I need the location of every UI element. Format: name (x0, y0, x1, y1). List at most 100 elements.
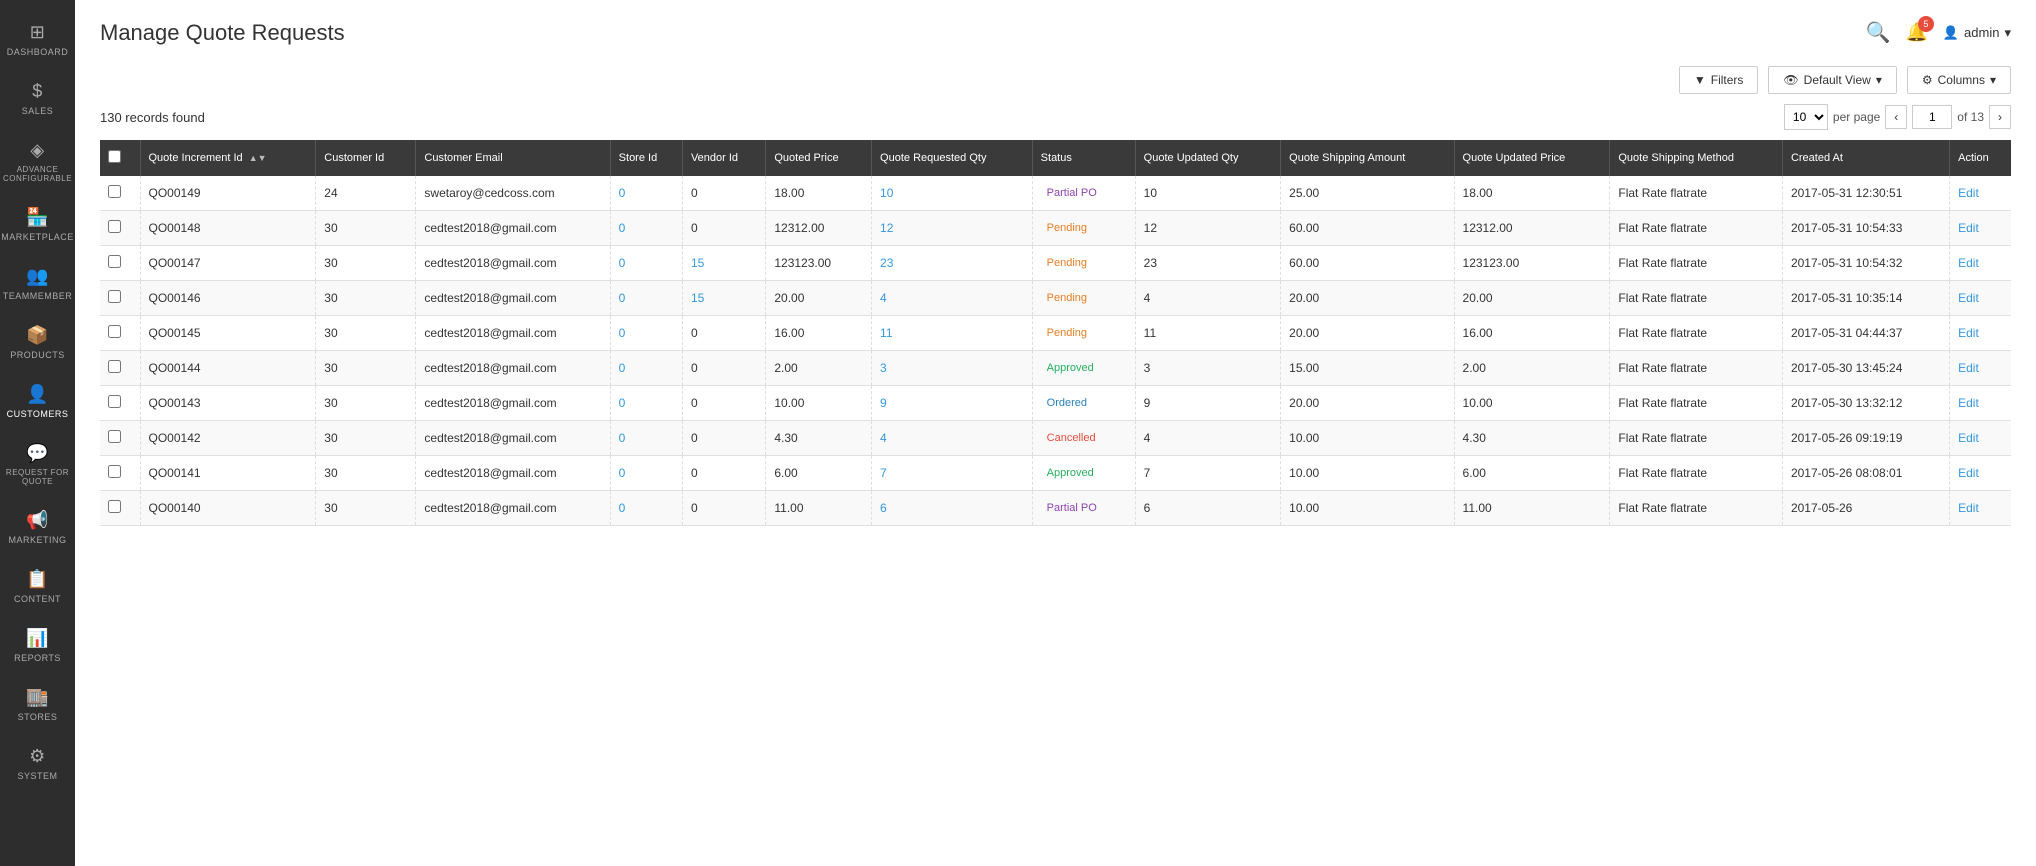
cell-customer-email: swetaroy@cedcoss.com (416, 176, 610, 211)
store-id-link[interactable]: 0 (619, 256, 626, 270)
cell-status: Partial PO (1032, 491, 1135, 526)
col-customer-email: Customer Email (416, 140, 610, 176)
cell-quote-shipping-method: Flat Rate flatrate (1610, 386, 1783, 421)
cell-quoted-price: 11.00 (766, 491, 872, 526)
marketing-icon: 📢 (26, 510, 49, 531)
sidebar-item-customers[interactable]: 👤 Customers (0, 372, 75, 431)
edit-link[interactable]: Edit (1958, 326, 1979, 340)
store-id-link[interactable]: 0 (619, 326, 626, 340)
requested-qty-link[interactable]: 10 (880, 186, 893, 200)
sort-icon: ▲▼ (249, 153, 267, 163)
col-status: Status (1032, 140, 1135, 176)
cell-quote-requested-qty: 7 (872, 456, 1033, 491)
default-view-button[interactable]: 👁 Default View ▾ (1768, 66, 1896, 94)
sidebar-item-advance-configurable[interactable]: ◈ Advance Configurable (0, 128, 75, 195)
edit-link[interactable]: Edit (1958, 221, 1979, 235)
row-checkbox[interactable] (108, 465, 121, 478)
stores-icon: 🏬 (26, 687, 49, 708)
filter-icon: ▼ (1694, 73, 1706, 87)
row-checkbox[interactable] (108, 290, 121, 303)
vendor-id-value: 0 (691, 501, 698, 515)
sidebar-item-dashboard[interactable]: ⊞ Dashboard (0, 10, 75, 69)
cell-created-at: 2017-05-30 13:45:24 (1782, 351, 1949, 386)
store-id-link[interactable]: 0 (619, 186, 626, 200)
sidebar-item-stores[interactable]: 🏬 Stores (0, 675, 75, 734)
store-id-link[interactable]: 0 (619, 221, 626, 235)
row-checkbox[interactable] (108, 430, 121, 443)
table-row: QO00148 30 cedtest2018@gmail.com 0 0 123… (100, 211, 2011, 246)
select-all-checkbox[interactable] (108, 150, 121, 163)
sidebar-item-reports[interactable]: 📊 Reports (0, 616, 75, 675)
store-id-link[interactable]: 0 (619, 361, 626, 375)
sidebar-item-products[interactable]: 📦 Products (0, 313, 75, 372)
sidebar-item-marketplace[interactable]: 🏪 Marketplace (0, 195, 75, 254)
table-meta: 130 records found 10 20 50 per page ‹ of… (100, 104, 2011, 130)
row-checkbox[interactable] (108, 220, 121, 233)
current-page-input[interactable] (1912, 105, 1952, 129)
sidebar-item-request-for-quote[interactable]: 💬 Request For Quote (0, 431, 75, 498)
edit-link[interactable]: Edit (1958, 396, 1979, 410)
filters-button[interactable]: ▼ Filters (1679, 66, 1759, 94)
store-id-link[interactable]: 0 (619, 466, 626, 480)
cell-quote-shipping-method: Flat Rate flatrate (1610, 281, 1783, 316)
requested-qty-link[interactable]: 7 (880, 466, 887, 480)
row-checkbox[interactable] (108, 360, 121, 373)
cell-created-at: 2017-05-26 09:19:19 (1782, 421, 1949, 456)
edit-link[interactable]: Edit (1958, 466, 1979, 480)
edit-link[interactable]: Edit (1958, 361, 1979, 375)
per-page-select[interactable]: 10 20 50 (1784, 104, 1828, 130)
row-checkbox[interactable] (108, 395, 121, 408)
row-checkbox[interactable] (108, 255, 121, 268)
requested-qty-link[interactable]: 4 (880, 431, 887, 445)
status-badge: Approved (1041, 465, 1100, 481)
sidebar-item-teammember[interactable]: 👥 Teammember (0, 254, 75, 313)
sidebar-item-system[interactable]: ⚙ System (0, 734, 75, 793)
requested-qty-link[interactable]: 12 (880, 221, 893, 235)
requested-qty-link[interactable]: 23 (880, 256, 893, 270)
cell-vendor-id: 0 (682, 386, 765, 421)
prev-page-button[interactable]: ‹ (1885, 105, 1907, 129)
requested-qty-link[interactable]: 4 (880, 291, 887, 305)
row-checkbox[interactable] (108, 325, 121, 338)
cell-quote-shipping-method: Flat Rate flatrate (1610, 211, 1783, 246)
cell-vendor-id: 0 (682, 491, 765, 526)
vendor-id-value[interactable]: 15 (691, 291, 704, 305)
edit-link[interactable]: Edit (1958, 431, 1979, 445)
edit-link[interactable]: Edit (1958, 291, 1979, 305)
notification-bell[interactable]: 🔔 5 (1905, 22, 1927, 43)
cell-quote-updated-price: 2.00 (1454, 351, 1610, 386)
cell-created-at: 2017-05-30 13:32:12 (1782, 386, 1949, 421)
cell-store-id: 0 (610, 386, 682, 421)
vendor-id-value: 0 (691, 326, 698, 340)
cell-quote-updated-qty: 4 (1135, 421, 1280, 456)
requested-qty-link[interactable]: 6 (880, 501, 887, 515)
view-label: Default View (1804, 73, 1871, 87)
store-id-link[interactable]: 0 (619, 396, 626, 410)
next-page-button[interactable]: › (1989, 105, 2011, 129)
store-id-link[interactable]: 0 (619, 501, 626, 515)
requested-qty-link[interactable]: 9 (880, 396, 887, 410)
cell-quoted-price: 6.00 (766, 456, 872, 491)
edit-link[interactable]: Edit (1958, 186, 1979, 200)
sidebar-item-content[interactable]: 📋 Content (0, 557, 75, 616)
edit-link[interactable]: Edit (1958, 256, 1979, 270)
edit-link[interactable]: Edit (1958, 501, 1979, 515)
sidebar-item-marketing[interactable]: 📢 Marketing (0, 498, 75, 557)
cell-created-at: 2017-05-26 (1782, 491, 1949, 526)
requested-qty-link[interactable]: 3 (880, 361, 887, 375)
store-id-link[interactable]: 0 (619, 431, 626, 445)
cell-status: Pending (1032, 316, 1135, 351)
row-checkbox[interactable] (108, 500, 121, 513)
cell-quote-shipping-amount: 15.00 (1281, 351, 1454, 386)
admin-user-menu[interactable]: 👤 admin ▾ (1943, 25, 2011, 41)
vendor-id-value[interactable]: 15 (691, 256, 704, 270)
requested-qty-link[interactable]: 11 (880, 326, 892, 340)
sidebar-item-sales[interactable]: $ Sales (0, 69, 75, 128)
columns-button[interactable]: ⚙ Columns ▾ (1907, 66, 2011, 94)
cell-quoted-price: 20.00 (766, 281, 872, 316)
status-badge: Ordered (1041, 395, 1093, 411)
cell-quoted-price: 18.00 (766, 176, 872, 211)
row-checkbox[interactable] (108, 185, 121, 198)
store-id-link[interactable]: 0 (619, 291, 626, 305)
search-icon[interactable]: 🔍 (1866, 20, 1891, 45)
